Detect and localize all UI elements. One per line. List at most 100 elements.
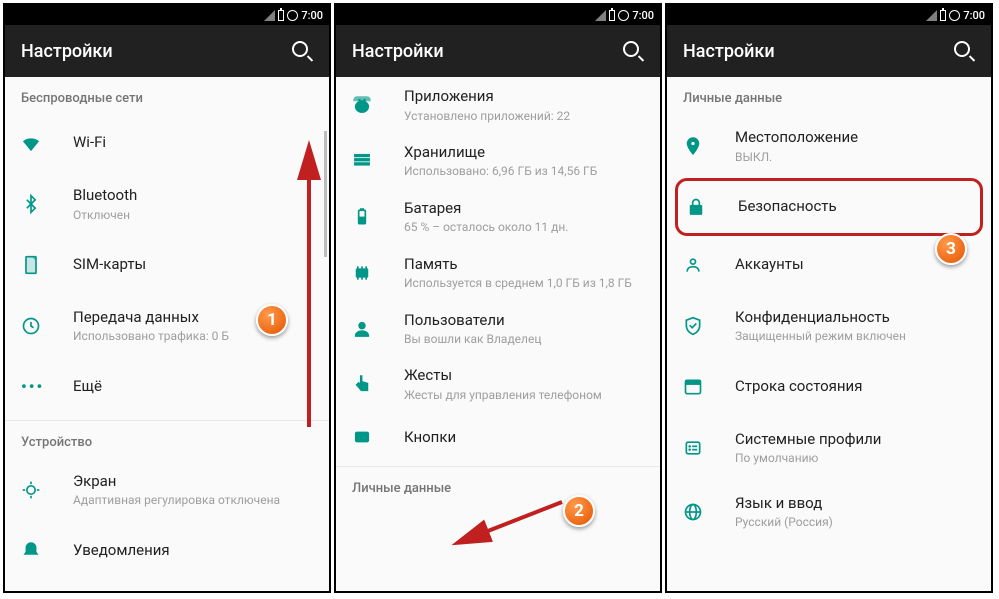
status-circle-icon [287,10,298,21]
item-subtitle: Жесты для управления телефоном [404,388,644,402]
storage-icon [352,151,404,171]
item-title: Wi-Fi [73,133,313,153]
item-subtitle: Установлено приложений: 22 [404,109,644,123]
profiles-icon [683,438,735,458]
settings-list[interactable]: Беспроводные сети Wi-Fi Bluetooth Отключен S… [5,77,329,591]
section-header: Беспроводные сети [5,77,329,114]
settings-item-statusbar[interactable]: Строка состояния [667,358,991,416]
apps-icon [352,95,404,115]
settings-item-memory[interactable]: ПамятьИспользуется в среднем 1,0 ГБ из 1… [336,245,660,301]
settings-item-gesture[interactable]: Жесты Жесты для управления телефоном [336,356,660,412]
item-title: Экран [73,472,313,492]
item-subtitle: Отключен [73,208,313,222]
status-circle-icon [618,10,629,21]
item-subtitle: По умолчанию [735,451,975,465]
location-icon [683,136,735,156]
lang-icon [683,502,735,522]
section-header: Устройство [5,421,329,458]
settings-item-shield[interactable]: КонфиденциальностьЗащищенный режим включ… [667,294,991,358]
settings-item-sim[interactable]: SIM-карты [5,236,329,294]
item-title: Строка состояния [735,377,975,397]
display-icon [21,480,73,500]
item-subtitle: 65 % – осталось около 11 дн. [404,220,644,234]
clock: 7:00 [301,9,323,22]
section-header: Личные данные [667,77,991,114]
appbar-title: Настройки [352,41,444,62]
statusbar-icon [683,377,735,397]
item-title: Кнопки [404,428,644,448]
more-icon: ••• [21,377,73,396]
signal-icon [926,10,937,21]
settings-item-apps[interactable]: Приложения Установлено приложений: 22 [336,77,660,133]
settings-item-keys[interactable]: Fn Кнопки [336,412,660,462]
clock: 7:00 [632,9,654,22]
search-icon[interactable] [622,40,644,62]
item-title: SIM-карты [73,255,313,275]
battery-icon [278,10,284,21]
item-title: Батарея [404,199,644,219]
arrow-down-left [460,492,570,551]
settings-item-bell[interactable]: Уведомления [5,522,329,580]
settings-item-lock[interactable]: Безопасность [675,178,983,236]
item-subtitle: Защищенный режим включен [735,329,975,343]
item-subtitle: Адаптивная регулировка отключена [73,493,313,507]
settings-item-battery[interactable]: Батарея65 % – осталось около 11 дн. [336,189,660,245]
bluetooth-icon [21,194,73,214]
search-icon[interactable] [953,40,975,62]
users-icon [352,319,404,339]
step-badge-2: 2 [563,495,595,527]
status-bar: 7:00 [667,5,991,25]
battery-icon [352,207,404,227]
data-icon [21,316,73,336]
battery-icon [609,10,615,21]
step-badge-1: 1 [256,304,288,336]
bell-icon [21,541,73,561]
item-title: Местоположение [735,128,975,148]
item-title: Системные профили [735,430,975,450]
item-title: Жесты [404,366,644,386]
lock-icon [686,197,738,217]
app-bar: Настройки [667,25,991,77]
item-title: Приложения [404,87,644,107]
item-subtitle: Русский (Россия) [735,515,975,529]
account-icon [683,255,735,275]
settings-item-profiles[interactable]: Системные профилиПо умолчанию [667,416,991,480]
memory-icon [352,263,404,283]
signal-icon [595,10,606,21]
settings-item-storage[interactable]: ХранилищеИспользовано: 6,96 ГБ из 14,56 … [336,133,660,189]
status-bar: 7:00 [336,5,660,25]
item-title: Ещё [73,377,313,397]
item-title: Bluetooth [73,186,313,206]
settings-item-bluetooth[interactable]: Bluetooth Отключен [5,172,329,236]
keys-icon: Fn [352,427,404,447]
settings-item-more[interactable]: •••Ещё [5,358,329,416]
status-bar: 7:00 [5,5,329,25]
sim-icon [21,255,73,275]
settings-item-users[interactable]: ПользователиВы вошли как Владелец [336,301,660,357]
app-bar: Настройки [336,25,660,77]
svg-text:Fn: Fn [358,434,366,442]
settings-item-lang[interactable]: Язык и вводРусский (Россия) [667,480,991,544]
settings-item-wifi[interactable]: Wi-Fi [5,114,329,172]
settings-item-display[interactable]: ЭкранАдаптивная регулировка отключена [5,458,329,522]
item-subtitle: Вы вошли как Владелец [404,332,644,346]
item-subtitle: ВЫКЛ. [735,150,975,164]
appbar-title: Настройки [683,41,775,62]
settings-item-location[interactable]: Местоположение ВЫКЛ. [667,114,991,178]
item-title: Уведомления [73,541,313,561]
search-icon[interactable] [291,40,313,62]
item-title: Хранилище [404,143,644,163]
item-title: Память [404,255,644,275]
gesture-icon [352,374,404,394]
appbar-title: Настройки [21,41,113,62]
signal-icon [264,10,275,21]
settings-list[interactable]: Личные данные Местоположение ВЫКЛ. Безопасн… [667,77,991,591]
step-badge-3: 3 [935,233,967,265]
item-subtitle: Использовано: 6,96 ГБ из 14,56 ГБ [404,164,644,178]
item-title: Безопасность [738,197,972,217]
item-title: Пользователи [404,311,644,331]
item-title: Конфиденциальность [735,308,975,328]
app-bar: Настройки [5,25,329,77]
arrow-up [295,152,325,436]
status-circle-icon [949,10,960,21]
